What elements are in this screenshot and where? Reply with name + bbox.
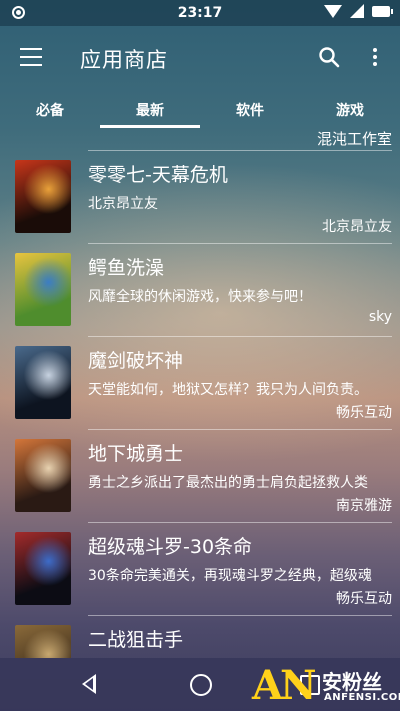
app-thumbnail bbox=[15, 625, 71, 658]
page-title: 应用商店 bbox=[80, 48, 168, 72]
list-item[interactable]: 零零七-天幕危机 北京昂立友 北京昂立友 bbox=[0, 151, 400, 244]
watermark-en: ANFENSI.COM bbox=[324, 692, 400, 703]
app-name: 二战狙击手 bbox=[88, 629, 184, 651]
app-thumbnail bbox=[15, 532, 71, 605]
app-bar: 应用商店 bbox=[0, 26, 400, 90]
list-item[interactable]: 鳄鱼洗澡 风靡全球的休闲游戏，快来参与吧！ sky bbox=[0, 244, 400, 337]
back-icon[interactable] bbox=[82, 674, 96, 694]
tab-bar: 必备 最新 软件 游戏 bbox=[0, 90, 400, 128]
app-name: 魔剑破坏神 bbox=[88, 350, 184, 372]
app-description: 勇士之乡派出了最杰出的勇士肩负起拯救人类 bbox=[88, 475, 368, 491]
tab-essentials[interactable]: 必备 bbox=[0, 90, 100, 128]
tab-games[interactable]: 游戏 bbox=[300, 90, 400, 128]
app-thumbnail bbox=[15, 253, 71, 326]
watermark-an: AN bbox=[252, 662, 317, 709]
app-description: 风靡全球的休闲游戏，快来参与吧！ bbox=[88, 289, 312, 305]
app-description: 天堂能如何，地狱又怎样？我只为人间负责。 bbox=[88, 382, 368, 398]
battery-icon bbox=[372, 5, 393, 17]
watermark-logo: AN 安粉丝 ANFENSI.COM bbox=[252, 662, 400, 709]
app-list[interactable]: 混沌工作室 零零七-天幕危机 北京昂立友 北京昂立友 鳄鱼洗澡 风靡全球的休闲游… bbox=[0, 128, 400, 658]
app-description: 北京昂立友 bbox=[88, 196, 158, 212]
more-vert-icon[interactable] bbox=[368, 46, 382, 68]
app-name: 地下城勇士 bbox=[88, 443, 184, 465]
watermark-cn: 安粉丝 bbox=[322, 670, 382, 694]
list-item[interactable]: 超级魂斗罗-30条命 30条命完美通关，再现魂斗罗之经典，超级魂 畅乐互动 bbox=[0, 523, 400, 616]
list-item[interactable]: 魔剑破坏神 天堂能如何，地狱又怎样？我只为人间负责。 畅乐互动 bbox=[0, 337, 400, 430]
signal-icon bbox=[350, 4, 364, 18]
app-name: 鳄鱼洗澡 bbox=[88, 257, 165, 279]
status-icons bbox=[324, 4, 393, 18]
developer-label: 畅乐互动 bbox=[336, 405, 392, 421]
wifi-icon bbox=[324, 4, 342, 18]
list-item-partial[interactable]: 混沌工作室 bbox=[0, 128, 400, 151]
app-thumbnail bbox=[15, 346, 71, 419]
app-name: 零零七-天幕危机 bbox=[88, 164, 228, 186]
status-bar: 23:17 bbox=[0, 0, 400, 26]
list-item[interactable]: 地下城勇士 勇士之乡派出了最杰出的勇士肩负起拯救人类 南京雅游 bbox=[0, 430, 400, 523]
app-thumbnail bbox=[15, 160, 71, 233]
list-item[interactable]: 二战狙击手 bbox=[0, 616, 400, 658]
app-name: 超级魂斗罗-30条命 bbox=[88, 536, 253, 558]
home-icon[interactable] bbox=[190, 674, 212, 696]
developer-label: sky bbox=[368, 309, 392, 325]
tab-latest[interactable]: 最新 bbox=[100, 90, 200, 128]
developer-label: 南京雅游 bbox=[336, 498, 392, 514]
search-icon[interactable] bbox=[318, 46, 340, 68]
developer-label: 北京昂立友 bbox=[322, 219, 392, 235]
tab-software[interactable]: 软件 bbox=[200, 90, 300, 128]
developer-label: 混沌工作室 bbox=[316, 130, 392, 148]
app-thumbnail bbox=[15, 439, 71, 512]
app-description: 30条命完美通关，再现魂斗罗之经典，超级魂 bbox=[88, 568, 372, 584]
developer-label: 畅乐互动 bbox=[336, 591, 392, 607]
menu-icon[interactable] bbox=[20, 48, 42, 66]
